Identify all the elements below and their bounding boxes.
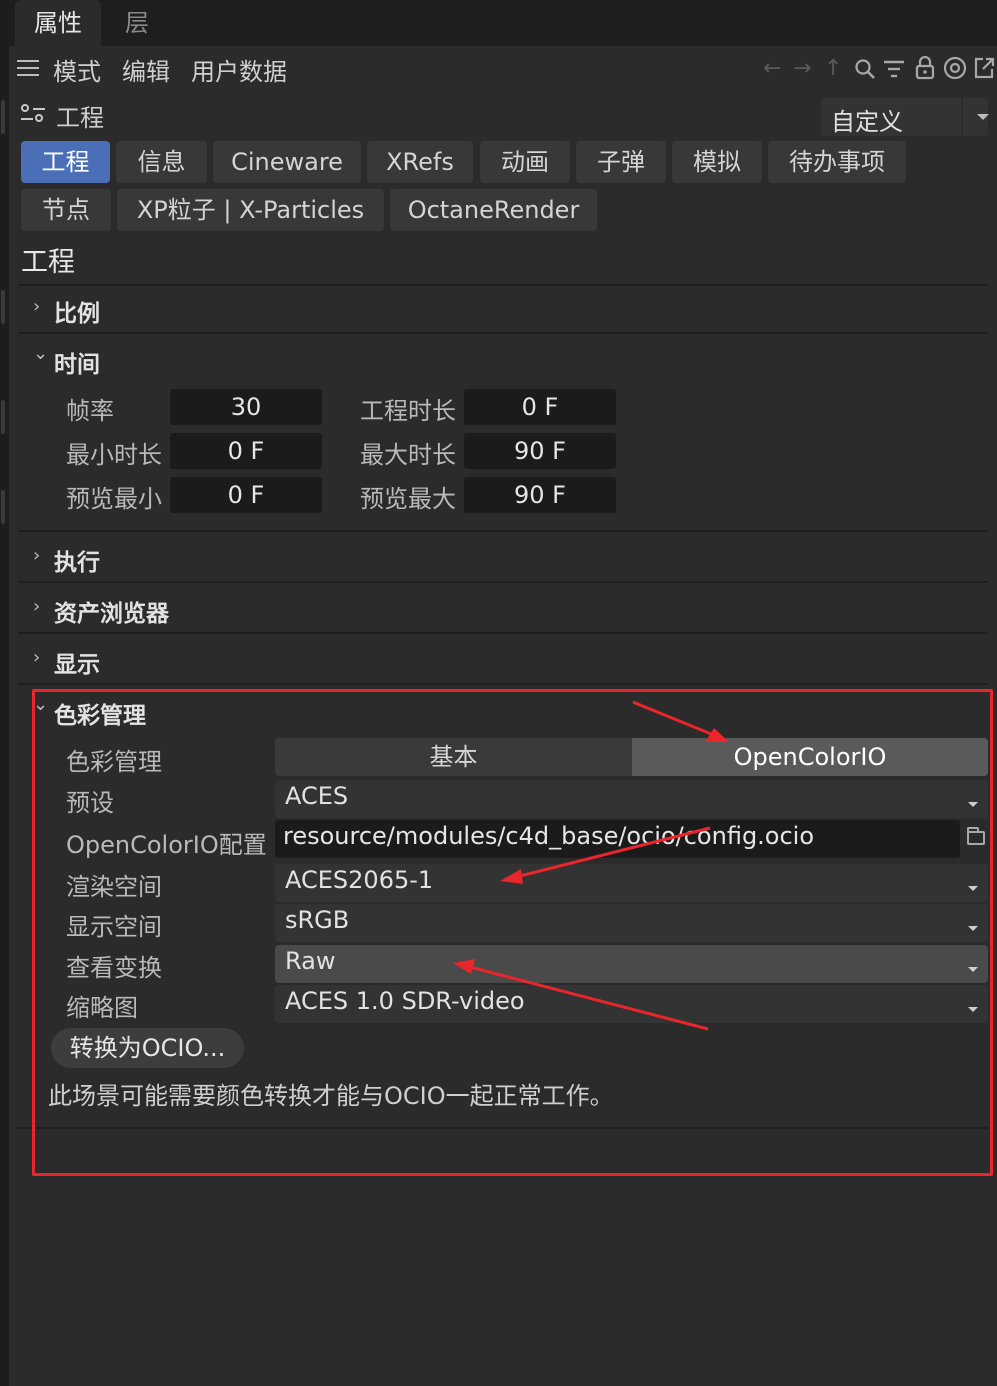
annotation-arrowhead bbox=[705, 728, 729, 742]
annotation-arrows bbox=[453, 700, 729, 1031]
annotation-arrowhead bbox=[500, 869, 523, 884]
annotation-arrow-render-space bbox=[515, 826, 711, 879]
annotation-arrow-view-transform bbox=[469, 965, 709, 1031]
annotation-arrow-ocio bbox=[632, 700, 717, 738]
annotation-arrowhead bbox=[453, 959, 475, 974]
